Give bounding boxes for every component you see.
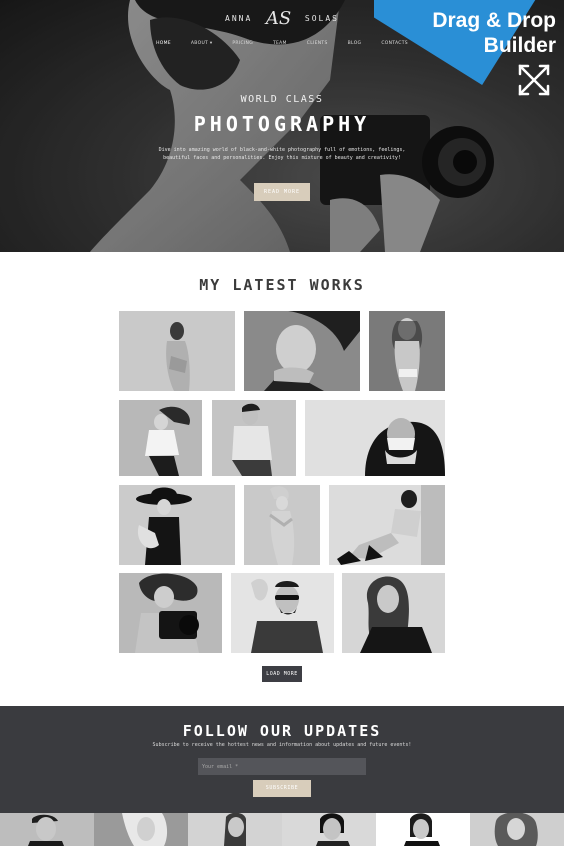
move-arrows-icon [518, 64, 550, 96]
badge-line-2: Builder [483, 34, 556, 57]
gallery-photo[interactable] [119, 400, 202, 476]
nav-item-home[interactable]: HOME [146, 41, 181, 46]
gallery-photo[interactable] [212, 400, 296, 476]
newsletter-section: FOLLOW OUR UPDATES Subscribe to receive … [0, 706, 564, 813]
gallery-photo[interactable] [119, 311, 235, 391]
newsletter-title: FOLLOW OUR UPDATES [182, 722, 382, 740]
strip-photo[interactable] [0, 813, 94, 846]
badge-title: Drag & Drop Builder [432, 8, 556, 58]
gallery-photo[interactable] [244, 311, 360, 391]
drag-drop-badge: Drag & Drop Builder [374, 0, 564, 110]
hero-subtitle: WORLD CLASS [240, 94, 324, 105]
strip-photo[interactable] [282, 813, 376, 846]
hero-title: PHOTOGRAPHY [193, 112, 371, 136]
gallery-photo[interactable] [342, 573, 445, 653]
strip-photo[interactable] [376, 813, 470, 846]
nav-item-clients[interactable]: CLIENTS [297, 41, 338, 46]
nav-item-pricing[interactable]: PRICING [222, 41, 263, 46]
gallery-photo[interactable] [329, 485, 445, 565]
brand-monogram: AS [265, 8, 292, 29]
subscribe-button[interactable]: SUBSCRIBE [253, 780, 311, 797]
newsletter-text: Subscribe to receive the hottest news an… [152, 742, 412, 748]
email-field[interactable] [198, 758, 366, 775]
hero-description: Dive into amazing world of black-and-whi… [158, 147, 406, 161]
gallery-photo[interactable] [119, 485, 235, 565]
gallery-photo[interactable] [305, 400, 445, 476]
gallery-photo[interactable] [231, 573, 334, 653]
badge-line-1: Drag & Drop [432, 9, 556, 32]
strip-photo[interactable] [94, 813, 188, 846]
nav-item-about[interactable]: ABOUT ▾ [181, 41, 222, 46]
gallery-photo[interactable] [119, 573, 222, 653]
gallery-photo[interactable] [244, 485, 320, 565]
brand-last-name: SOLAS [304, 14, 339, 23]
brand-first-name: ANNA [225, 14, 253, 23]
strip-photo[interactable] [470, 813, 564, 846]
strip-photo[interactable] [188, 813, 282, 846]
works-title: MY LATEST WORKS [199, 276, 365, 294]
nav-item-blog[interactable]: BLOG [338, 41, 372, 46]
load-more-button[interactable]: LOAD MORE [262, 666, 302, 682]
nav-item-team[interactable]: TEAM [263, 41, 297, 46]
photo-strip [0, 813, 564, 846]
read-more-button[interactable]: READ MORE [254, 183, 310, 201]
gallery-photo[interactable] [369, 311, 445, 391]
